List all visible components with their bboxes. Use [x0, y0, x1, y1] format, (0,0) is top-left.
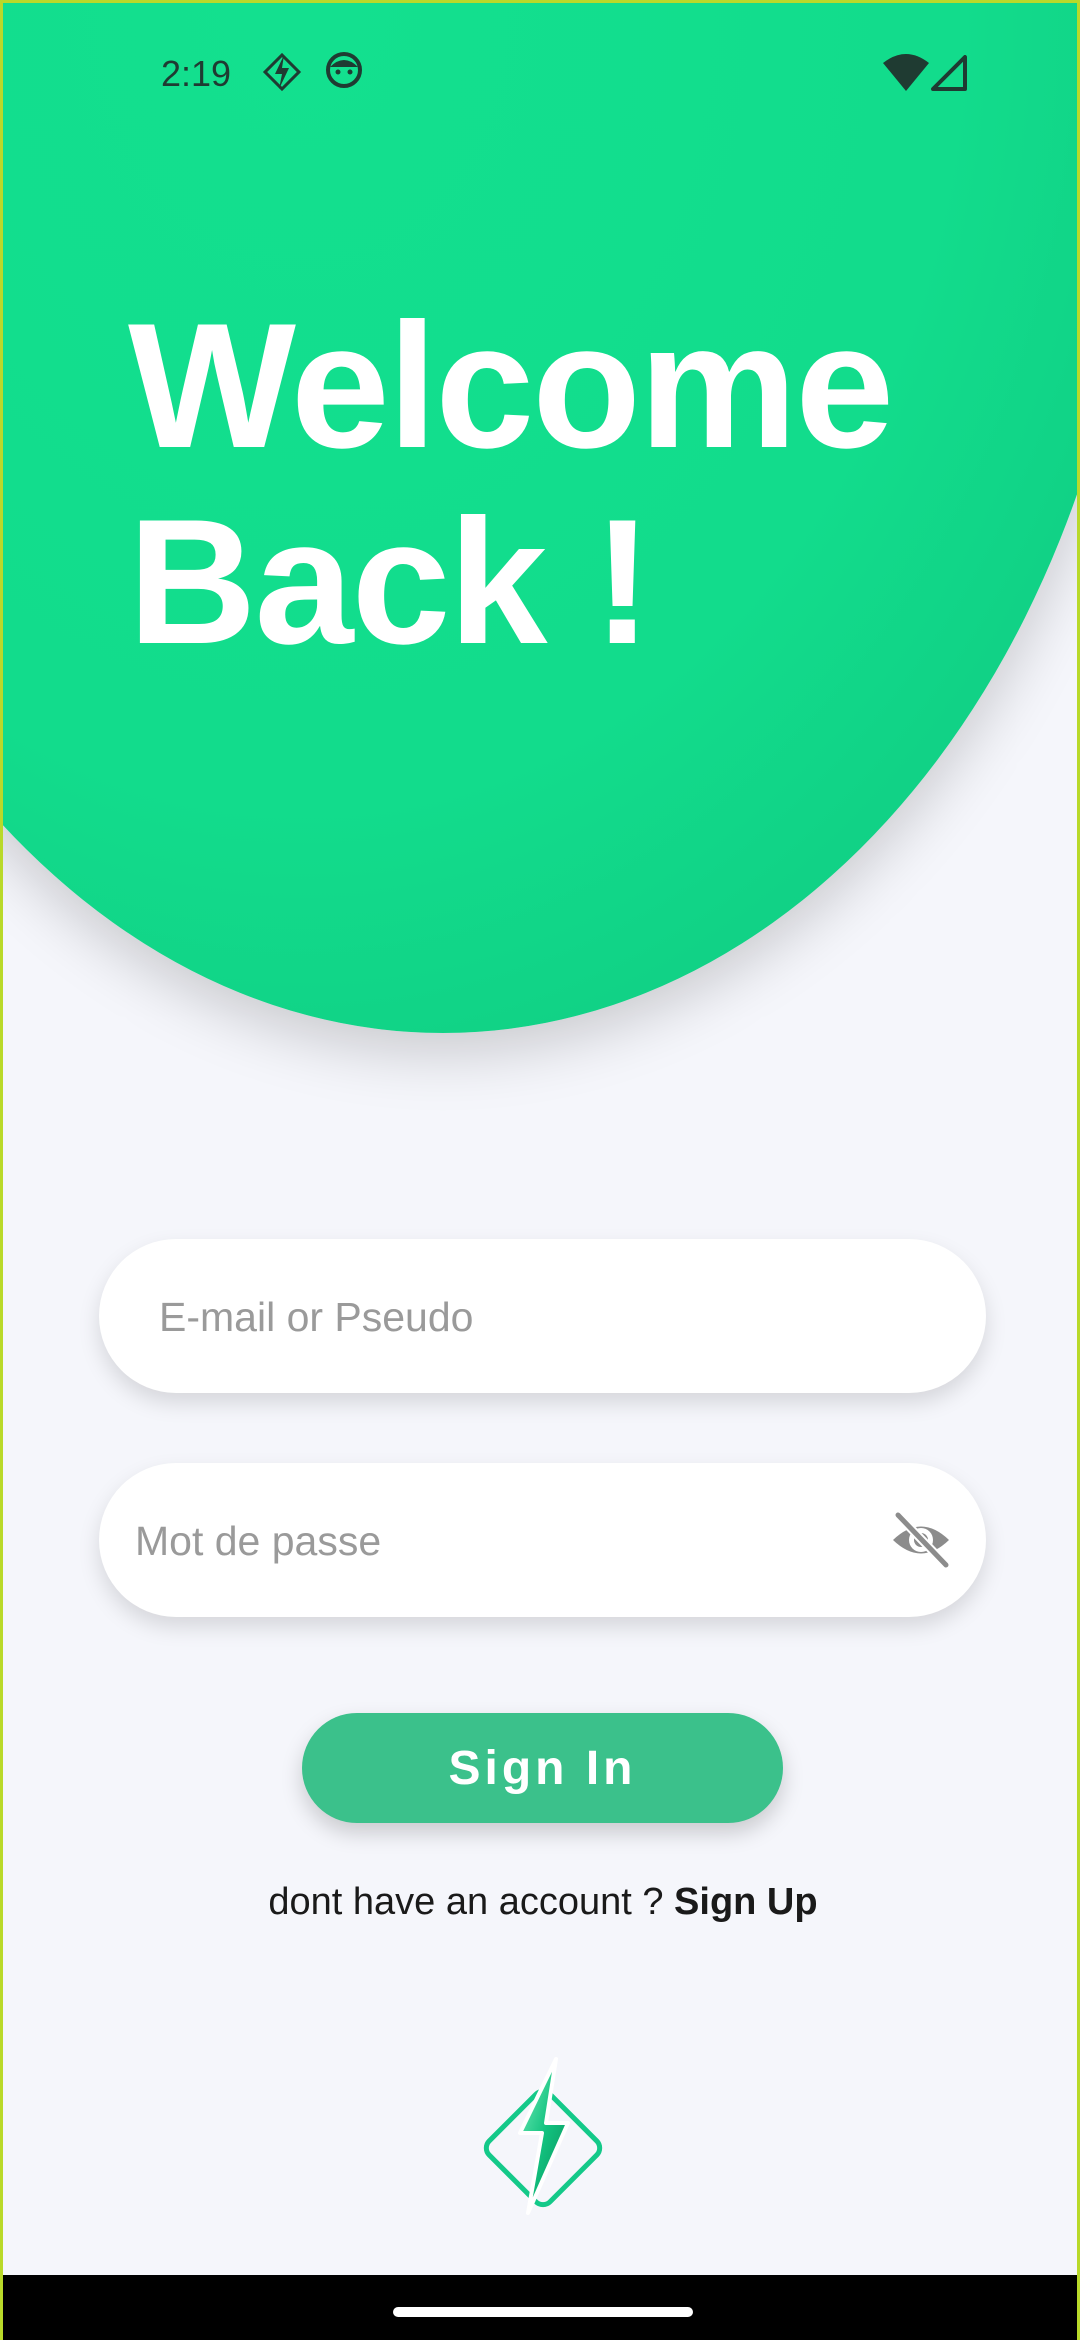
sign-up-prompt: dont have an account ? Sign Up: [3, 1881, 1077, 1924]
lightning-diamond-logo: [468, 2053, 618, 2228]
status-time: 2:19: [161, 53, 232, 94]
sign-in-button[interactable]: Sign In: [302, 1713, 783, 1823]
cell-signal-icon: [931, 55, 967, 96]
sign-up-link[interactable]: Sign Up: [674, 1881, 818, 1923]
wifi-icon: [883, 53, 929, 98]
eye-off-icon[interactable]: [890, 1510, 952, 1574]
home-indicator[interactable]: [393, 2307, 693, 2317]
bolt-diamond-icon: [261, 51, 303, 98]
password-input[interactable]: [133, 1463, 877, 1619]
navigation-bar: [3, 2275, 1077, 2340]
password-field[interactable]: [99, 1463, 986, 1619]
welcome-title: Welcome Back !: [128, 286, 894, 681]
email-input[interactable]: [157, 1239, 951, 1395]
sign-up-prompt-text: dont have an account ?: [268, 1881, 675, 1923]
face-icon: [325, 51, 363, 94]
status-bar: 2:19: [3, 3, 1077, 143]
welcome-title-line1: Welcome: [128, 286, 894, 485]
email-field[interactable]: [99, 1239, 986, 1395]
login-screen: 2:19 Welcome Back ! E-mail or Pseudo Sig…: [0, 0, 1080, 2340]
welcome-title-line2: Back !: [128, 482, 652, 681]
